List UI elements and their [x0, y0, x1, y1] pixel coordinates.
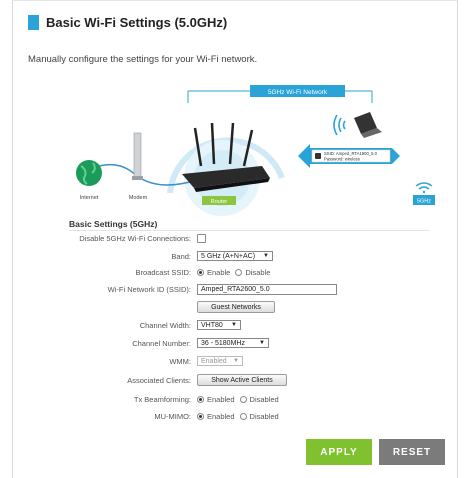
row-associated-clients: Associated Clients: Show Active Clients	[0, 374, 287, 386]
associated-clients-label: Associated Clients:	[127, 375, 191, 385]
tx-enabled-radio[interactable]	[197, 396, 204, 403]
broadcast-disable-option[interactable]: Disable	[235, 268, 270, 277]
row-ssid: Wi-Fi Network ID (SSID): Amped_RTA2600_5…	[0, 284, 337, 295]
network-banner: 5GHz Wi-Fi Network	[187, 85, 373, 103]
mumimo-disabled-option[interactable]: Disabled	[239, 412, 279, 421]
channel-width-select[interactable]: VHT80 ▼	[197, 320, 241, 330]
network-banner-label: 5GHz Wi-Fi Network	[268, 89, 328, 96]
ssid-label: Wi-Fi Network ID (SSID):	[107, 285, 191, 294]
row-channel-number: Channel Number: 36 - 5180MHz ▼	[0, 338, 269, 348]
ssid-input-value: Amped_RTA2600_5.0	[201, 286, 270, 293]
tx-disabled-option[interactable]: Disabled	[239, 395, 279, 404]
mumimo-enabled-option[interactable]: Enabled	[197, 412, 235, 421]
guest-networks-button[interactable]: Guest Networks	[197, 301, 275, 313]
channel-width-label: Channel Width:	[139, 320, 191, 330]
row-disable-5ghz: Disable 5GHz Wi-Fi Connections:	[0, 234, 206, 243]
broadcast-ssid-label: Broadcast SSID:	[135, 268, 191, 277]
broadcast-enable-option[interactable]: Enable	[197, 268, 230, 277]
laptop-icon	[354, 112, 382, 138]
channel-number-label: Channel Number:	[132, 338, 191, 348]
section-divider	[69, 230, 429, 231]
reset-button[interactable]: RESET	[379, 439, 445, 465]
internet-label: Internet	[80, 195, 99, 201]
ssid-arrow: SSID: Amped_RTA1900_5.0 Password: wirele…	[298, 144, 400, 168]
band-select[interactable]: 5 GHz (A+N+AC) ▼	[197, 251, 273, 261]
chevron-down-icon: ▼	[231, 322, 237, 328]
disable-5ghz-checkbox[interactable]	[197, 234, 206, 243]
band-label: Band:	[171, 251, 191, 261]
band-badge: 5GHz	[413, 182, 435, 205]
chevron-down-icon: ▼	[233, 358, 239, 364]
tx-disabled-label: Disabled	[249, 395, 279, 404]
mumimo-disabled-label: Disabled	[249, 412, 279, 421]
broadcast-enable-radio[interactable]	[197, 269, 204, 276]
tx-disabled-radio[interactable]	[239, 396, 247, 403]
mumimo-disabled-radio[interactable]	[239, 413, 247, 420]
page-header: Basic Wi-Fi Settings (5.0GHz)	[28, 15, 227, 30]
broadcast-disable-label: Disable	[245, 268, 271, 277]
router-label: Router	[211, 199, 228, 205]
password-line: Password: wireless	[324, 157, 360, 162]
tx-beamforming-label: Tx Beamforming:	[133, 395, 191, 404]
channel-width-value: VHT80	[201, 321, 223, 329]
row-channel-width: Channel Width: VHT80 ▼	[0, 320, 241, 330]
page-description: Manually configure the settings for your…	[28, 54, 258, 65]
row-tx-beamforming: Tx Beamforming: Enabled Disabled	[0, 395, 284, 404]
wmm-select: Enabled ▼	[197, 356, 243, 366]
ssid-input[interactable]: Amped_RTA2600_5.0	[197, 284, 337, 295]
wmm-label: WMM:	[169, 356, 191, 366]
channel-number-value: 36 - 5180MHz	[201, 339, 245, 347]
wifi-waves-icon	[333, 114, 346, 136]
show-active-clients-button[interactable]: Show Active Clients	[197, 374, 287, 386]
mu-mimo-label: MU-MIMO:	[154, 412, 191, 421]
disable-5ghz-label: Disable 5GHz Wi-Fi Connections:	[79, 234, 191, 243]
broadcast-enable-label: Enable	[207, 268, 231, 277]
tx-enabled-label: Enabled	[207, 395, 235, 404]
mumimo-enabled-label: Enabled	[207, 412, 235, 421]
title-marker	[28, 15, 39, 30]
broadcast-disable-radio[interactable]	[235, 269, 243, 276]
network-diagram: 5GHz Wi-Fi Network Internet Modem Router	[76, 85, 435, 216]
section-title: Basic Settings (5GHz)	[69, 219, 158, 229]
row-guest-networks: Guest Networks	[0, 301, 275, 313]
channel-number-select[interactable]: 36 - 5180MHz ▼	[197, 338, 269, 348]
band-badge-label: 5GHz	[417, 199, 431, 205]
mumimo-enabled-radio[interactable]	[197, 413, 204, 420]
row-band: Band: 5 GHz (A+N+AC) ▼	[0, 251, 273, 261]
ssid-line: SSID: Amped_RTA1900_5.0	[324, 151, 378, 156]
modem-label: Modem	[129, 195, 148, 201]
apply-button[interactable]: APPLY	[306, 439, 372, 465]
row-mu-mimo: MU-MIMO: Enabled Disabled	[0, 412, 284, 421]
row-wmm: WMM: Enabled ▼	[0, 356, 243, 366]
row-broadcast-ssid: Broadcast SSID: Enable Disable	[0, 268, 275, 277]
globe-icon	[76, 160, 102, 186]
chevron-down-icon: ▼	[259, 340, 265, 346]
chevron-down-icon: ▼	[263, 253, 269, 259]
wmm-value: Enabled	[201, 357, 227, 365]
band-select-value: 5 GHz (A+N+AC)	[201, 252, 256, 260]
page-title: Basic Wi-Fi Settings (5.0GHz)	[46, 15, 228, 30]
tx-enabled-option[interactable]: Enabled	[197, 395, 235, 404]
